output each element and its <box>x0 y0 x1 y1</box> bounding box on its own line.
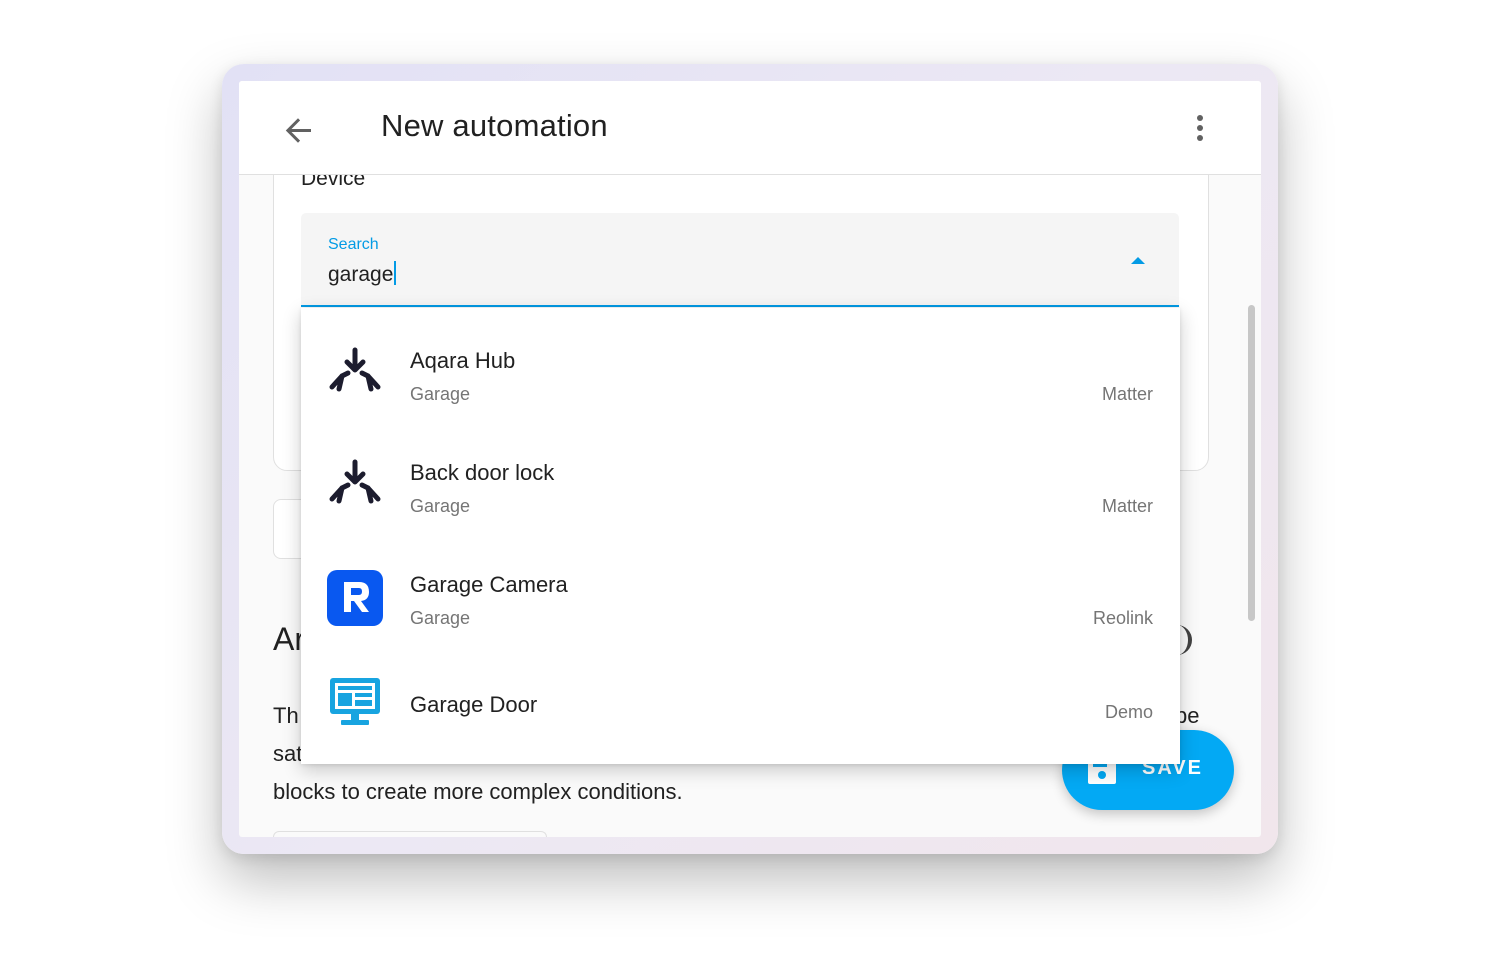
item-name: Back door lock <box>410 460 555 485</box>
demo-monitor-icon <box>330 678 380 725</box>
search-input[interactable]: garage <box>328 261 397 287</box>
overflow-menu-button[interactable] <box>1185 108 1215 152</box>
device-search-field[interactable]: Search garage <box>301 213 1179 307</box>
item-name: Garage Camera <box>410 572 568 597</box>
back-button[interactable] <box>277 108 321 152</box>
item-name: Garage Door <box>410 692 538 717</box>
list-item[interactable]: Garage Camera Garage Reolink <box>301 532 1180 644</box>
scrollbar[interactable] <box>1248 305 1255 621</box>
list-item[interactable]: Aqara Hub Garage Matter <box>301 308 1180 420</box>
reolink-icon <box>327 570 383 626</box>
matter-icon <box>329 459 381 504</box>
item-area: Garage <box>410 496 471 516</box>
desc-line3: blocks to create more complex conditions… <box>273 779 683 804</box>
search-field-label: Search <box>328 236 379 253</box>
list-item[interactable]: Back door lock Garage Matter <box>301 420 1180 532</box>
list-item[interactable]: Garage Door Demo <box>301 644 1180 756</box>
search-input-value: garage <box>328 263 394 286</box>
matter-icon <box>329 347 381 392</box>
page-title: New automation <box>381 108 608 143</box>
add-condition-button[interactable] <box>273 831 547 837</box>
arrow-left-icon <box>285 118 311 143</box>
item-integration: Reolink <box>1092 608 1153 628</box>
item-integration: Matter <box>1101 384 1153 404</box>
desc-line2: sat <box>273 741 303 766</box>
collapse-dropdown-button[interactable] <box>1127 249 1149 271</box>
triangle-up-icon <box>1131 257 1145 264</box>
item-area: Garage <box>410 384 471 404</box>
device-dropdown-list: Aqara Hub Garage Matter Back door lock G… <box>301 308 1180 764</box>
item-integration: Demo <box>1104 702 1153 722</box>
item-integration: Matter <box>1101 496 1153 516</box>
more-vertical-icon <box>1197 115 1203 141</box>
item-area: Garage <box>410 608 471 628</box>
item-name: Aqara Hub <box>410 348 516 373</box>
app-bar: New automation <box>239 81 1261 175</box>
desc-line1: Th <box>273 703 299 728</box>
device-label: Device <box>301 175 366 190</box>
text-cursor <box>394 261 397 285</box>
